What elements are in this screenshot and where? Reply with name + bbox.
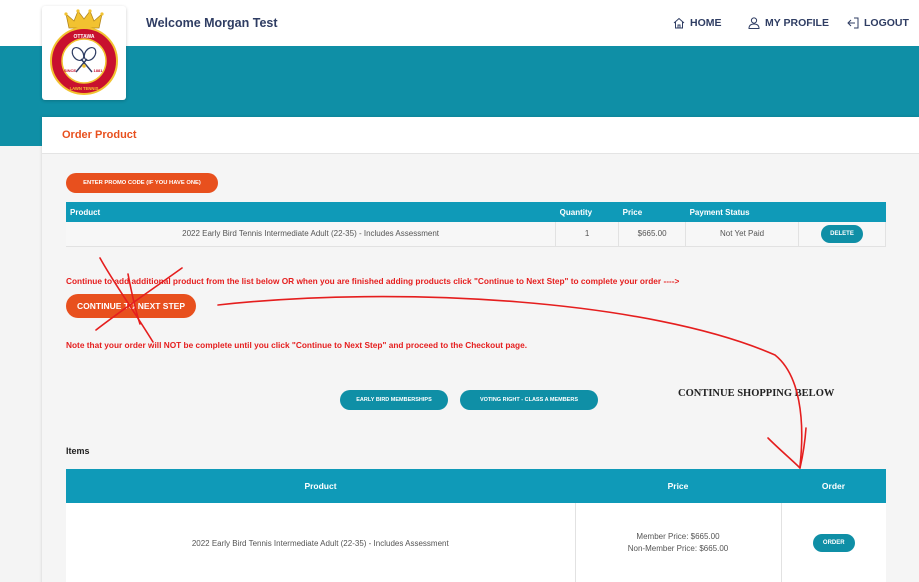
page-title: Order Product bbox=[62, 129, 137, 141]
order-col-product: Product bbox=[66, 202, 556, 222]
logo-right-text: 1881 bbox=[94, 68, 104, 73]
order-col-action bbox=[798, 202, 886, 222]
voting-right-button[interactable]: VOTING RIGHT - CLASS A MEMBERS bbox=[460, 390, 598, 410]
nav-logout-link[interactable]: LOGOUT bbox=[846, 16, 909, 30]
items-col-order: Order bbox=[781, 469, 886, 503]
nav-home-label: HOME bbox=[690, 17, 722, 29]
non-member-price: Non-Member Price: $665.00 bbox=[627, 544, 729, 553]
items-col-product: Product bbox=[66, 469, 575, 503]
order-col-status: Payment Status bbox=[685, 202, 799, 222]
member-price: Member Price: $665.00 bbox=[636, 532, 720, 541]
items-table: Product Price Order 2022 Early Bird Tenn… bbox=[66, 469, 886, 582]
nav-profile-label: MY PROFILE bbox=[765, 17, 829, 29]
order-col-quantity: Quantity bbox=[555, 202, 619, 222]
home-icon bbox=[673, 17, 685, 29]
nav-profile-link[interactable]: MY PROFILE bbox=[747, 16, 829, 30]
logout-icon bbox=[847, 17, 859, 29]
continue-message: Continue to add additional product from … bbox=[66, 276, 680, 286]
table-row: 2022 Early Bird Tennis Intermediate Adul… bbox=[66, 222, 886, 247]
welcome-text: Welcome Morgan Test bbox=[146, 16, 278, 30]
order-action-cell: DELETE bbox=[798, 222, 886, 247]
user-icon bbox=[748, 17, 760, 29]
club-logo[interactable]: OTTAWA SINCE 1881 LAWN TENNIS bbox=[42, 6, 126, 100]
order-quantity-cell: 1 bbox=[555, 222, 620, 247]
order-col-price: Price bbox=[618, 202, 686, 222]
item-price-cell: Member Price: $665.00 Non-Member Price: … bbox=[575, 503, 782, 582]
item-product-cell: 2022 Early Bird Tennis Intermediate Adul… bbox=[66, 503, 576, 582]
items-heading: Items bbox=[66, 446, 90, 456]
item-order-cell: ORDER bbox=[781, 503, 886, 582]
items-col-price: Price bbox=[575, 469, 781, 503]
logo-top-text: OTTAWA bbox=[73, 34, 94, 40]
top-bar: Welcome Morgan Test HOME MY PROFILE LOGO… bbox=[0, 0, 919, 46]
continue-shopping-label: CONTINUE SHOPPING BELOW bbox=[678, 388, 835, 399]
logo-bottom-text: LAWN TENNIS bbox=[70, 86, 99, 91]
card-header: Order Product bbox=[42, 117, 919, 154]
early-bird-memberships-button[interactable]: EARLY BIRD MEMBERSHIPS bbox=[340, 390, 448, 410]
nav-logout-label: LOGOUT bbox=[864, 17, 909, 29]
logo-left-text: SINCE bbox=[64, 68, 77, 73]
continue-next-step-button[interactable]: CONTINUE TO NEXT STEP bbox=[66, 294, 196, 318]
note-message: Note that your order will NOT be complet… bbox=[66, 340, 528, 350]
nav-home-link[interactable]: HOME bbox=[672, 16, 722, 30]
order-button[interactable]: ORDER bbox=[812, 534, 855, 552]
table-row: 2022 Early Bird Tennis Intermediate Adul… bbox=[66, 503, 886, 582]
order-price-cell: $665.00 bbox=[618, 222, 687, 247]
promo-code-button[interactable]: ENTER PROMO CODE (IF YOU HAVE ONE) bbox=[66, 173, 218, 193]
order-table: Product Quantity Price Payment Status 20… bbox=[66, 202, 886, 247]
delete-button[interactable]: DELETE bbox=[821, 224, 863, 243]
order-product-cell: 2022 Early Bird Tennis Intermediate Adul… bbox=[66, 222, 557, 247]
order-status-cell: Not Yet Paid bbox=[685, 222, 800, 247]
club-crest-icon: OTTAWA SINCE 1881 LAWN TENNIS bbox=[50, 9, 118, 95]
